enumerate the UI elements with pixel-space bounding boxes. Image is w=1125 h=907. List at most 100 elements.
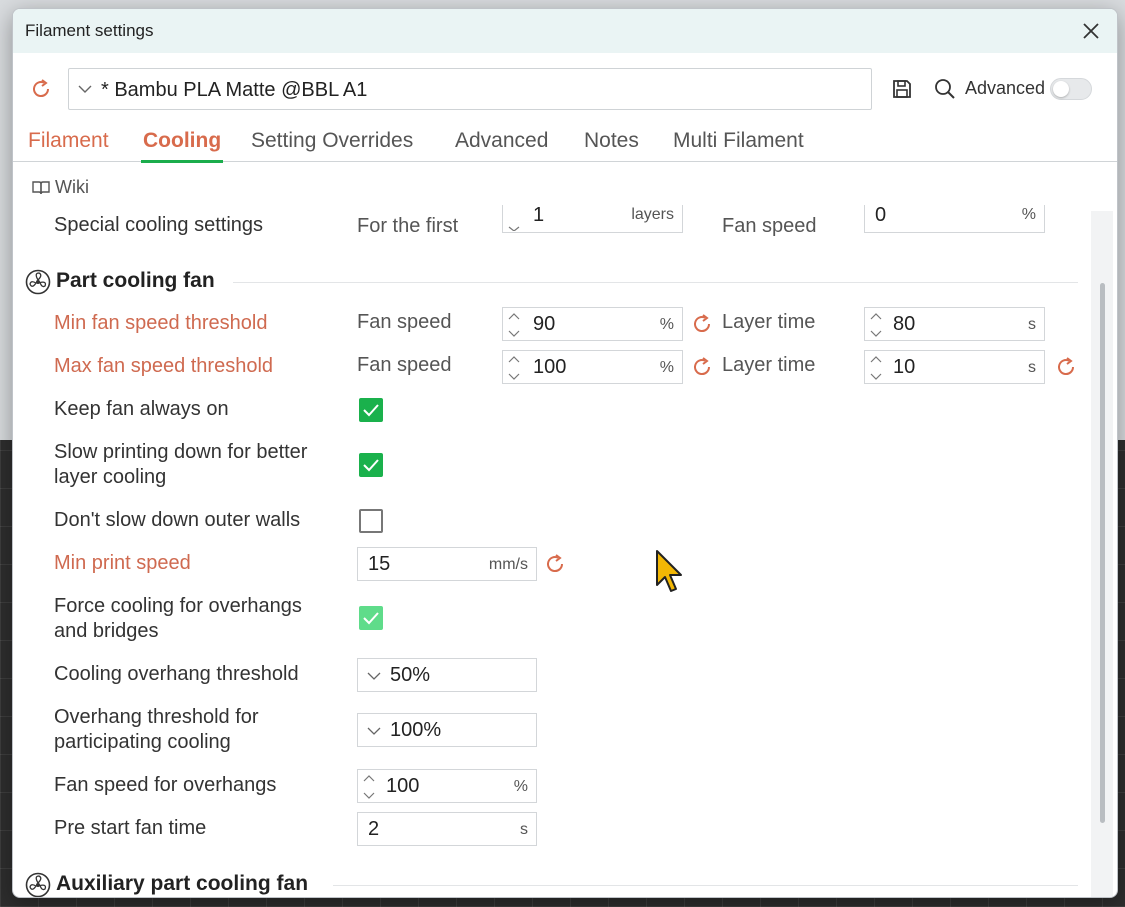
settings-content: Special cooling settings For the first 1… [13, 205, 1103, 897]
slow-printing-checkbox[interactable] [359, 453, 383, 477]
overhang-participating-label-1: Overhang threshold for [54, 706, 259, 728]
chevron-down-icon [78, 85, 92, 93]
min-fan-speed-label: Min fan speed threshold [54, 312, 268, 334]
min-fan-fan-label: Fan speed [357, 311, 452, 333]
min-fan-layer-time-value: 80 [893, 313, 916, 335]
spinner-icon [363, 775, 375, 799]
min-print-speed-value: 15 [368, 553, 391, 575]
special-fan-unit: % [1021, 206, 1036, 223]
advanced-toggle[interactable] [1050, 78, 1092, 100]
spinner-icon [870, 313, 882, 337]
window-title: Filament settings [25, 21, 154, 40]
preset-select[interactable]: * Bambu PLA Matte @BBL A1 [68, 68, 872, 110]
reset-icon[interactable] [690, 312, 714, 336]
reset-icon[interactable] [543, 552, 567, 576]
tab-filament[interactable]: Filament [28, 129, 109, 153]
fan-overhangs-label: Fan speed for overhangs [54, 774, 277, 796]
fan-icon [25, 872, 51, 897]
spinner-icon [508, 226, 520, 231]
min-fan-time-label: Layer time [722, 311, 816, 333]
search-icon[interactable] [933, 77, 957, 101]
slow-printing-label-1: Slow printing down for better [54, 441, 308, 463]
spinner-icon [870, 356, 882, 380]
max-fan-speed-unit: % [659, 359, 674, 376]
section-part-cooling-title: Part cooling fan [56, 269, 215, 292]
tab-multi-filament[interactable]: Multi Filament [673, 129, 804, 153]
special-fan-input[interactable]: 0 % [864, 205, 1045, 233]
book-icon [32, 181, 50, 195]
checkmark-icon [363, 459, 379, 472]
min-print-speed-input[interactable]: 15 mm/s [357, 547, 537, 581]
checkmark-icon [363, 612, 379, 625]
max-fan-layer-time-value: 10 [893, 356, 916, 378]
spinner-icon [508, 313, 520, 337]
slow-printing-label-2: layer cooling [54, 466, 167, 488]
reset-icon[interactable] [1054, 355, 1078, 379]
special-fan-value: 0 [875, 205, 887, 226]
reset-icon[interactable] [690, 355, 714, 379]
overhang-participating-select[interactable]: 100% [357, 713, 537, 747]
cooling-overhang-label: Cooling overhang threshold [54, 663, 299, 685]
dont-slow-outer-walls-label: Don't slow down outer walls [54, 509, 301, 531]
max-fan-layer-time-input[interactable]: 10 s [864, 350, 1045, 384]
wiki-label: Wiki [55, 177, 89, 197]
fan-overhangs-unit: % [513, 778, 528, 795]
chevron-down-icon [367, 672, 381, 680]
close-icon[interactable] [1079, 19, 1103, 43]
max-fan-speed-value: 100 [533, 356, 567, 378]
toggle-knob [1053, 81, 1069, 97]
spinner-icon [508, 356, 520, 380]
first-layers-value: 1 [533, 205, 545, 226]
fan-icon [25, 269, 51, 295]
preset-name: * Bambu PLA Matte @BBL A1 [101, 79, 368, 101]
max-fan-fan-label: Fan speed [357, 354, 452, 376]
cooling-overhang-select[interactable]: 50% [357, 658, 537, 692]
special-fan-label: Fan speed [722, 215, 817, 237]
min-fan-speed-input[interactable]: 90 % [502, 307, 683, 341]
first-layers-unit: layers [631, 206, 674, 223]
fan-overhangs-value: 100 [386, 775, 420, 797]
pre-start-fan-value: 2 [368, 818, 380, 840]
chevron-down-icon [367, 727, 381, 735]
pre-start-fan-label: Pre start fan time [54, 817, 207, 839]
wiki-link[interactable]: Wiki [31, 177, 89, 198]
overhang-participating-label-2: participating cooling [54, 731, 231, 753]
tab-advanced[interactable]: Advanced [455, 129, 548, 153]
advanced-label: Advanced [965, 78, 1046, 98]
tab-cooling[interactable]: Cooling [140, 129, 224, 163]
min-print-speed-unit: mm/s [488, 556, 528, 573]
min-fan-speed-unit: % [659, 316, 674, 333]
cooling-overhang-value: 50% [390, 664, 431, 686]
max-fan-speed-input[interactable]: 100 % [502, 350, 683, 384]
min-fan-speed-value: 90 [533, 313, 556, 335]
tab-notes[interactable]: Notes [584, 129, 639, 153]
force-cooling-label-1: Force cooling for overhangs [54, 595, 302, 617]
special-cooling-label: Special cooling settings [54, 214, 264, 236]
title-bar: Filament settings [13, 9, 1117, 53]
keep-fan-on-checkbox[interactable] [359, 398, 383, 422]
for-first-label: For the first [357, 215, 459, 237]
section-divider [333, 885, 1078, 886]
min-fan-layer-time-unit: s [1028, 316, 1036, 333]
preset-row: * Bambu PLA Matte @BBL A1 Advanced [13, 63, 1117, 113]
reset-icon[interactable] [29, 77, 53, 101]
max-fan-layer-time-unit: s [1028, 359, 1036, 376]
dont-slow-outer-walls-checkbox[interactable] [359, 509, 383, 533]
tab-bar: Filament Cooling Setting Overrides Advan… [13, 127, 1117, 163]
force-cooling-checkbox[interactable] [359, 606, 383, 630]
pre-start-fan-unit: s [520, 821, 528, 838]
tab-setting-overrides[interactable]: Setting Overrides [251, 129, 413, 153]
section-aux-cooling-title: Auxiliary part cooling fan [56, 872, 309, 895]
first-layers-input[interactable]: 1 layers [502, 205, 683, 233]
section-divider [233, 282, 1078, 283]
fan-overhangs-input[interactable]: 100 % [357, 769, 537, 803]
min-fan-layer-time-input[interactable]: 80 s [864, 307, 1045, 341]
overhang-participating-value: 100% [390, 719, 442, 741]
max-fan-speed-label: Max fan speed threshold [54, 355, 274, 377]
save-icon[interactable] [891, 78, 913, 100]
force-cooling-label-2: and bridges [54, 620, 159, 642]
max-fan-time-label: Layer time [722, 354, 816, 376]
pre-start-fan-input[interactable]: 2 s [357, 812, 537, 846]
keep-fan-on-label: Keep fan always on [54, 398, 229, 420]
filament-settings-dialog: Filament settings * Bambu PLA Matte @BBL… [12, 8, 1118, 898]
